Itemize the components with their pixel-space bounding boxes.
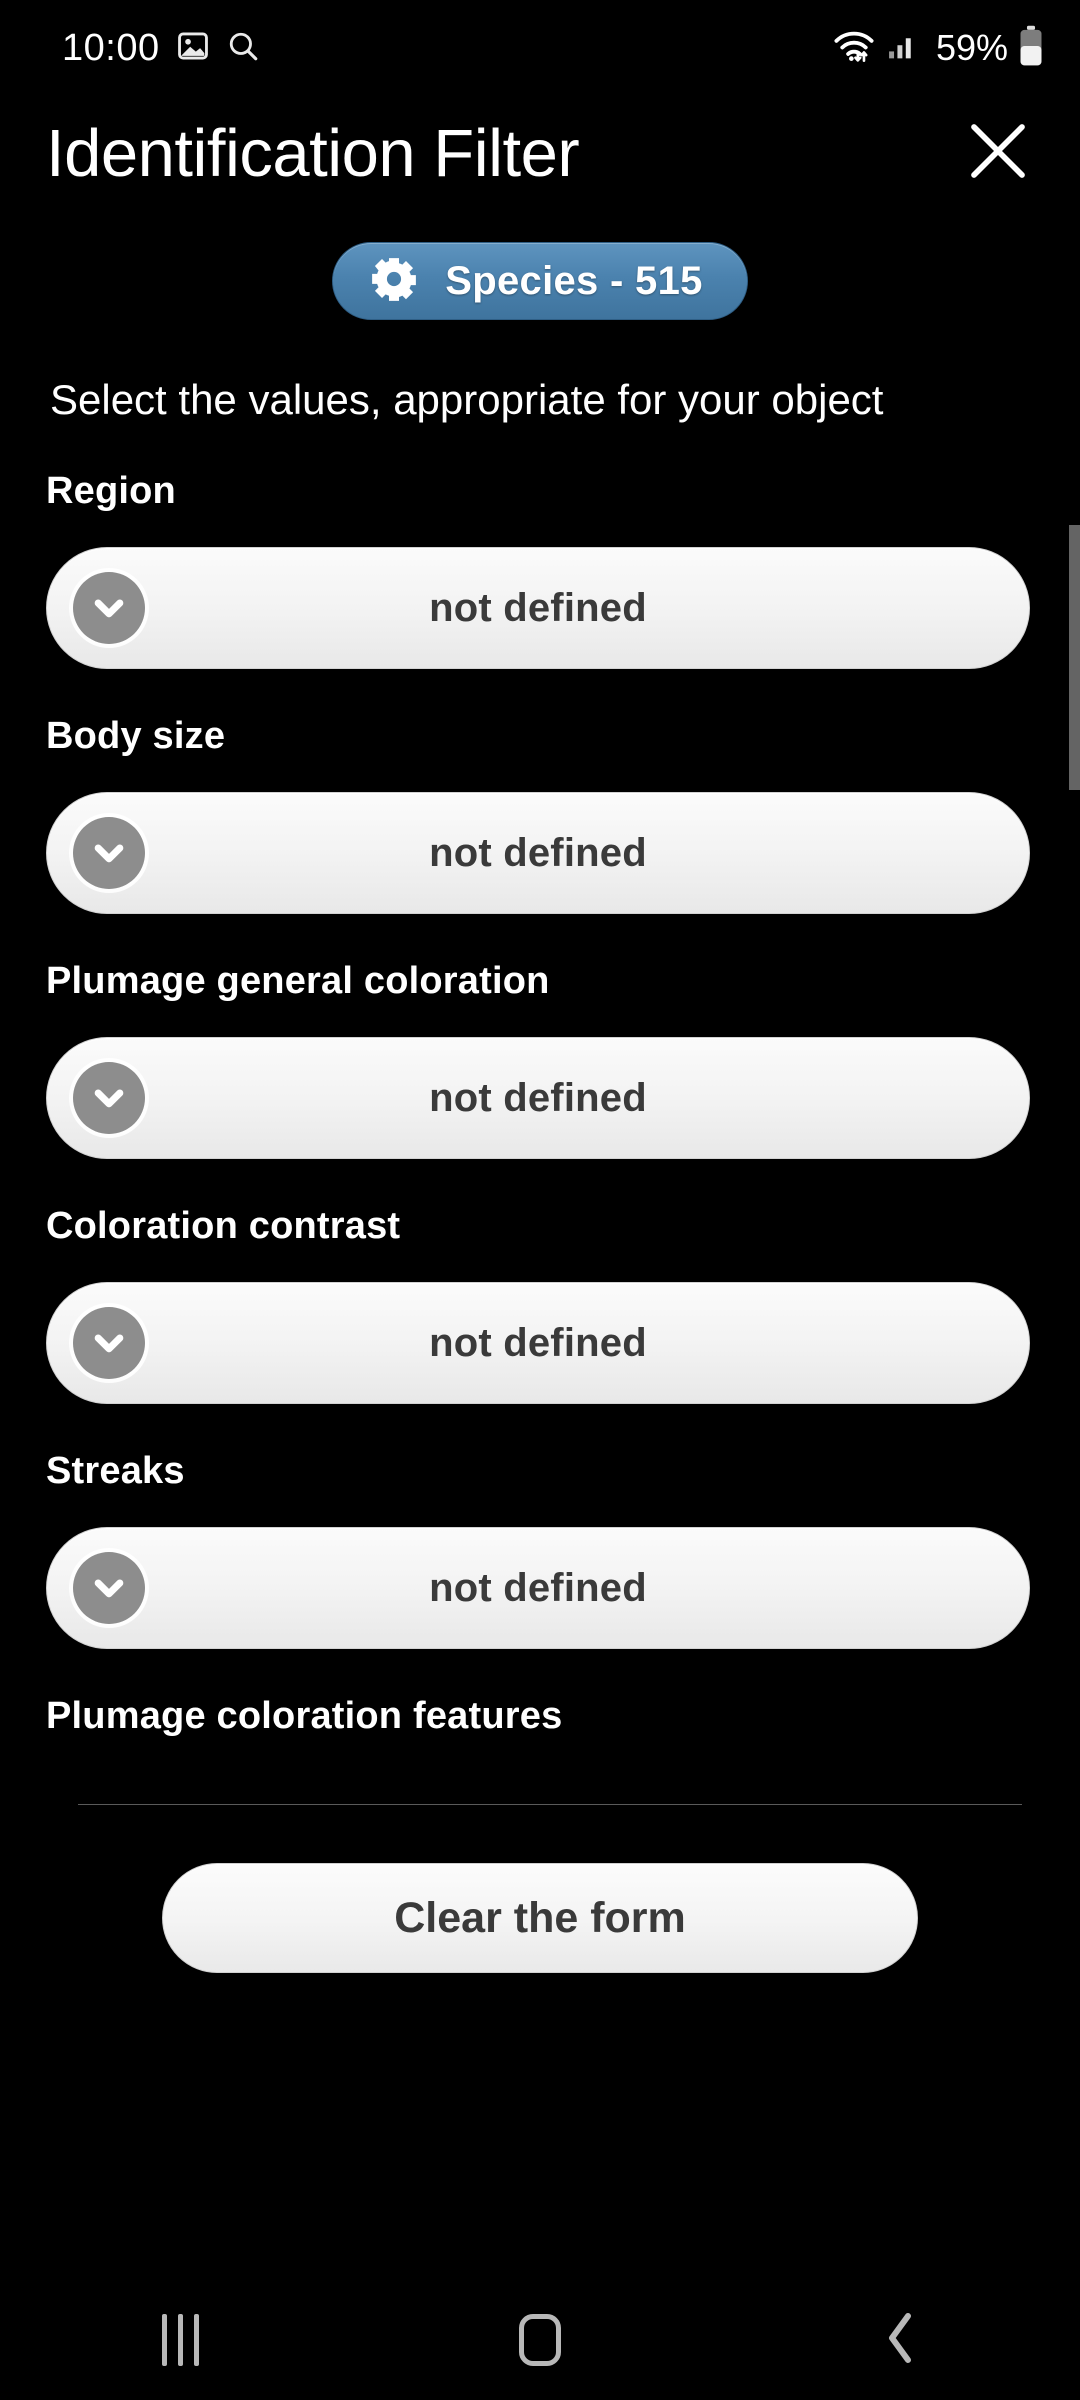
home-icon [519,2314,561,2366]
dropdown-coloration-contrast[interactable]: not defined [46,1282,1030,1405]
field-coloration-contrast: Coloration contrast not defined [46,1205,1030,1405]
battery-icon [1018,25,1044,72]
dropdown-value: not defined [429,830,647,875]
nav-recents-button[interactable] [90,2280,270,2400]
status-time: 10:00 [62,27,160,69]
field-region: Region not defined [46,470,1030,670]
form-instruction: Select the values, appropriate for your … [50,376,884,423]
status-bar-left: 10:00 [62,29,260,68]
field-label: Region [46,470,176,513]
close-button[interactable] [956,111,1040,195]
species-badge-row: Species - 515 [0,204,1080,320]
chevron-down-icon [73,1307,145,1380]
clear-form-label: Clear the form [394,1893,686,1942]
battery-percent: 59% [935,27,1008,68]
field-label: Plumage coloration features [46,1695,563,1738]
recents-icon [161,2314,199,2366]
clear-form-row: Clear the form [0,1805,1080,1974]
app-header: Identification Filter [0,96,1080,204]
chevron-down-icon [73,817,145,890]
gear-icon [369,254,419,309]
field-label: Coloration contrast [46,1205,401,1248]
dropdown-plumage-general-coloration[interactable]: not defined [46,1037,1030,1160]
field-streaks: Streaks not defined [46,1450,1030,1650]
dropdown-region[interactable]: not defined [46,547,1030,670]
chevron-down-icon [73,1062,145,1135]
species-badge-label: Species - 515 [445,258,703,303]
field-body-size: Body size not defined [46,715,1030,915]
dropdown-value: not defined [429,585,647,630]
dropdown-value: not defined [429,1565,647,1610]
chevron-down-icon [73,572,145,645]
close-icon [962,115,1034,192]
dropdown-streaks[interactable]: not defined [46,1527,1030,1650]
android-nav-bar [0,2280,1080,2400]
dropdown-value: not defined [429,1075,647,1120]
dropdown-body-size[interactable]: not defined [46,792,1030,915]
nav-home-button[interactable] [450,2280,630,2400]
dropdown-value: not defined [429,1320,647,1365]
page-title: Identification Filter [46,115,580,191]
clear-form-button[interactable]: Clear the form [162,1863,918,1974]
image-icon [176,29,210,68]
field-label: Plumage general coloration [46,960,550,1003]
wifi-icon [832,28,876,69]
field-label: Body size [46,715,226,758]
filter-form: Region not defined Body size not defined… [0,424,1080,1738]
chevron-down-icon [73,1552,145,1625]
field-plumage-general-coloration: Plumage general coloration not defined [46,960,1030,1160]
species-badge-button[interactable]: Species - 515 [332,242,748,320]
field-label: Streaks [46,1450,185,1493]
search-icon [226,29,260,68]
back-icon [878,2310,922,2371]
nav-back-button[interactable] [810,2280,990,2400]
field-plumage-coloration-features: Plumage coloration features [46,1695,1030,1738]
status-bar: 10:00 59% [0,0,1080,96]
vertical-scrollbar[interactable] [1069,525,1080,790]
cellular-signal-icon [886,29,920,68]
status-bar-right: 59% [832,25,1044,72]
